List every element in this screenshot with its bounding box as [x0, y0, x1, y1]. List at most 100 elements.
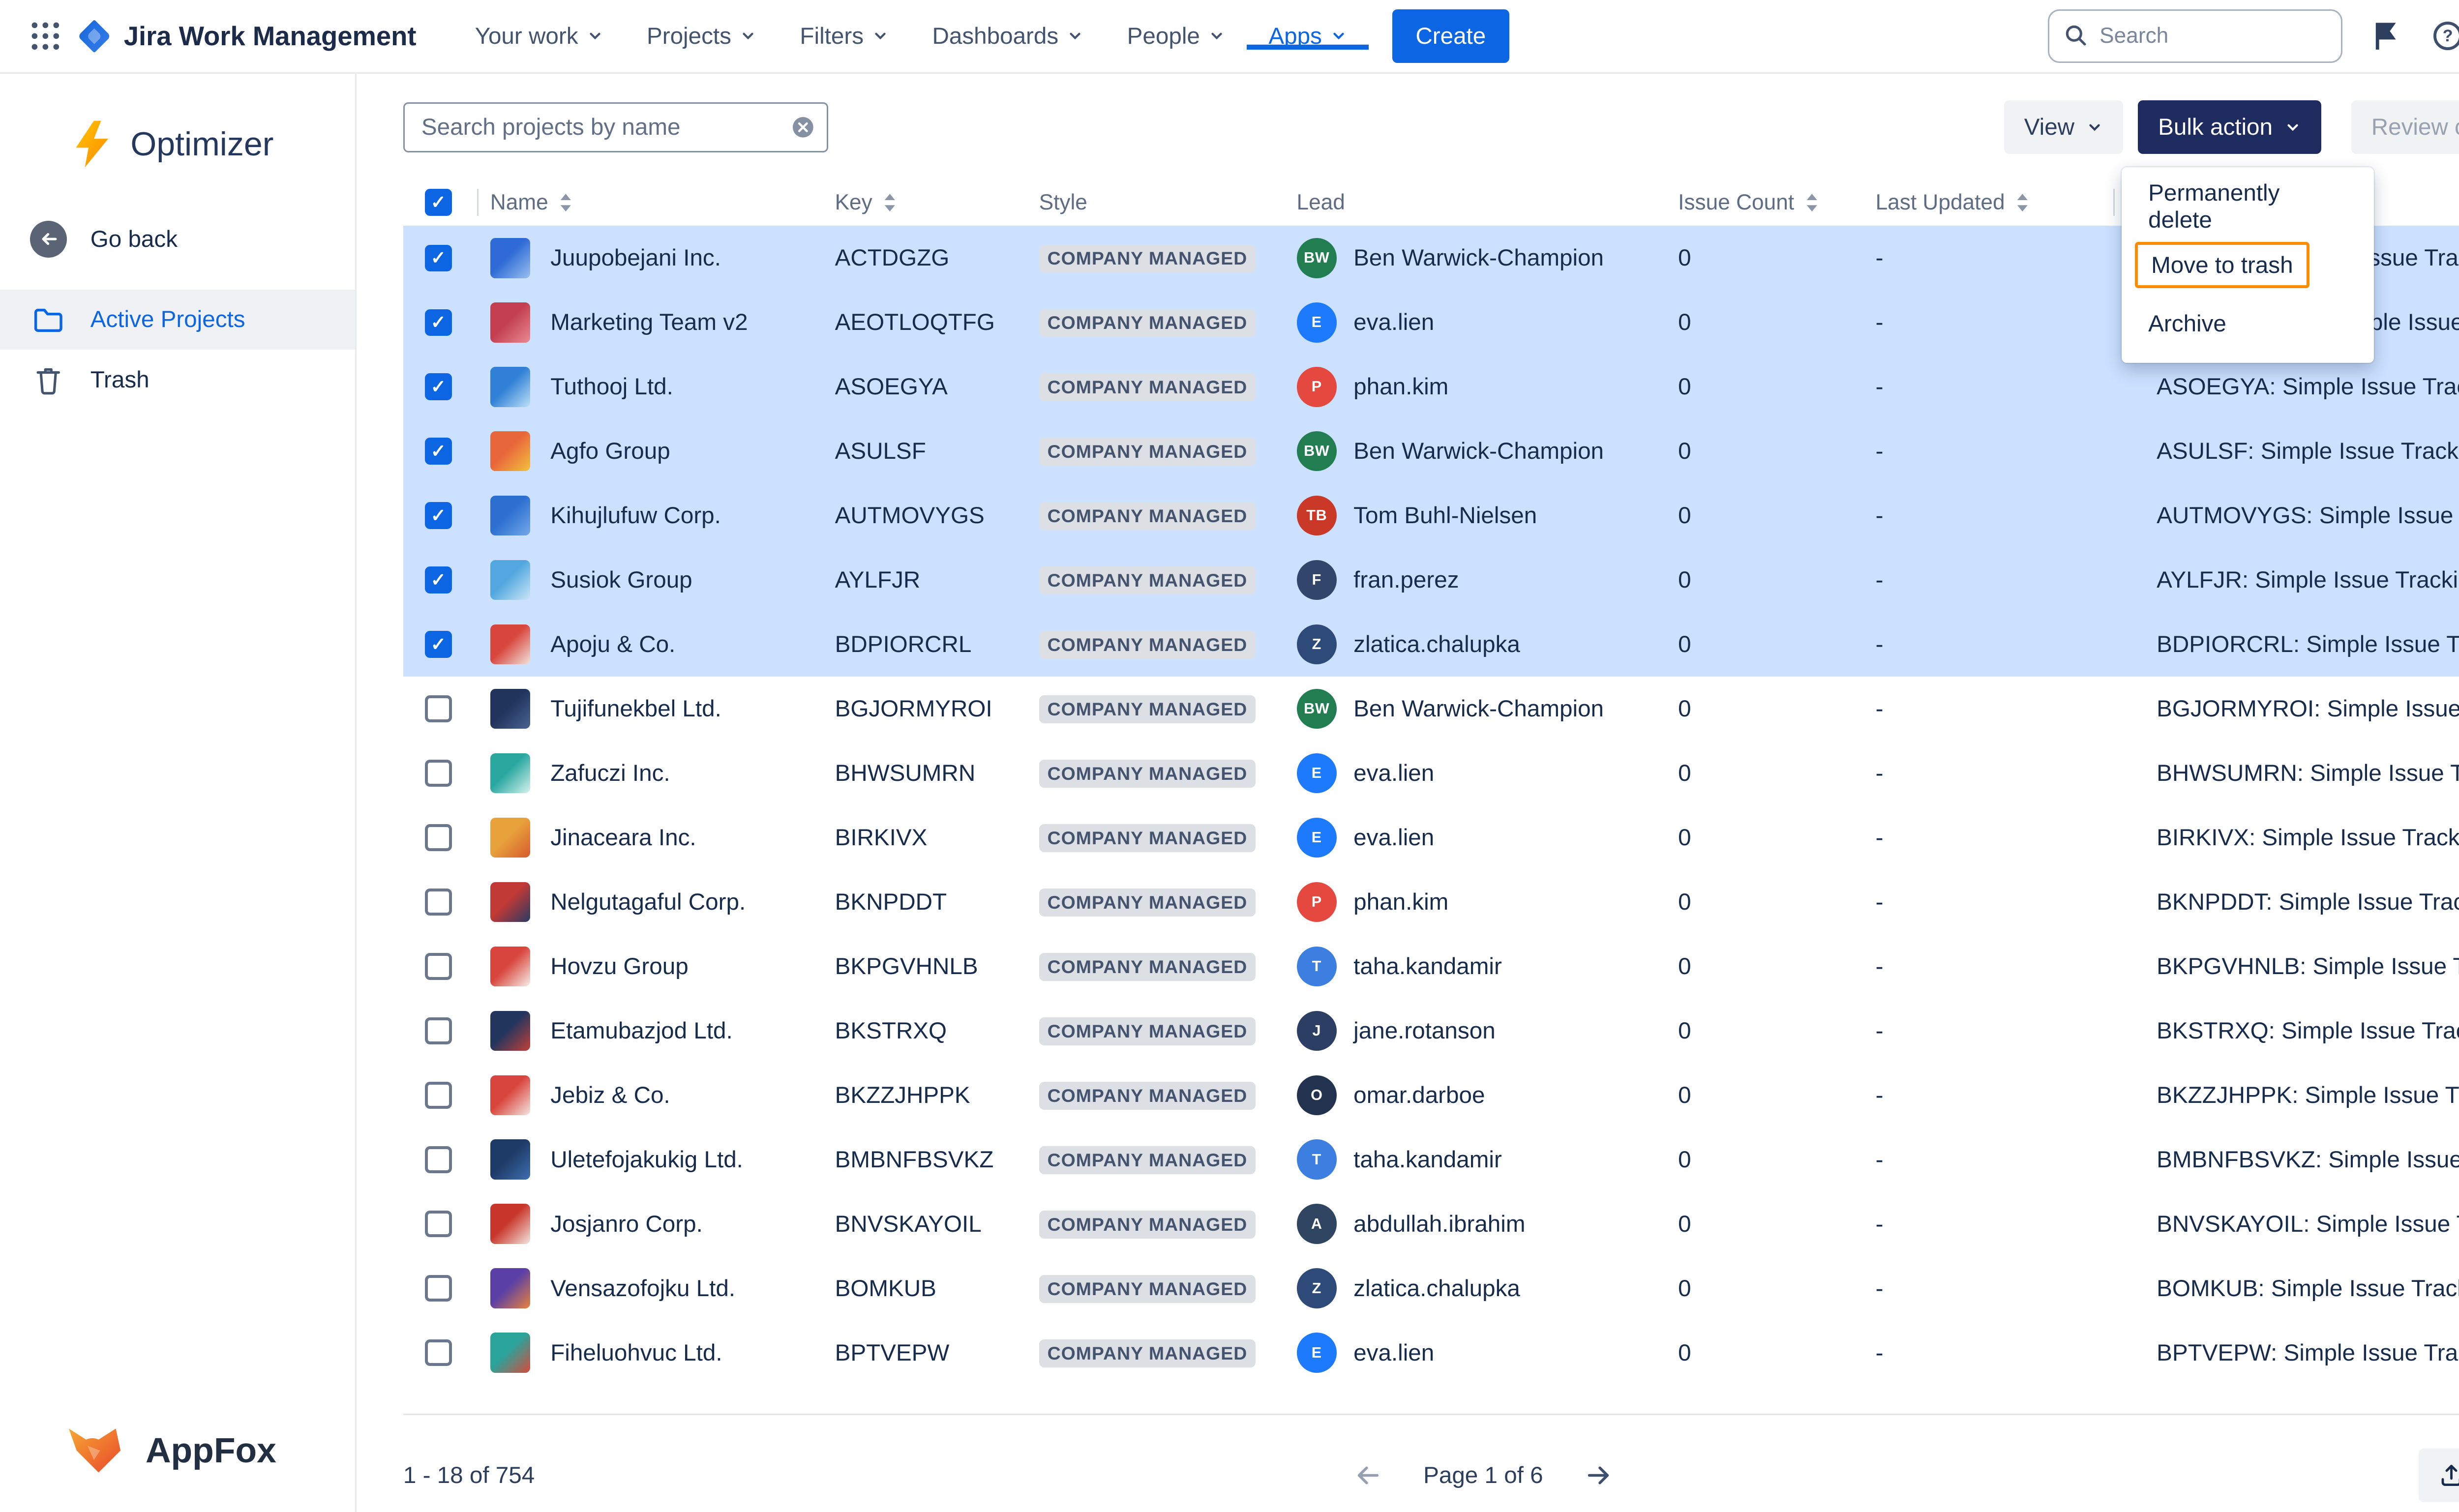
row-checkbox[interactable] [425, 1082, 451, 1108]
table-row[interactable]: Agfo Group ASULSF COMPANY MANAGED BW Ben… [403, 419, 2459, 483]
notifications-icon[interactable] [2368, 18, 2404, 55]
sidebar-item-trash[interactable]: Trash [0, 350, 355, 410]
nav-item-dashboards[interactable]: Dashboards [910, 23, 1105, 50]
row-checkbox[interactable] [425, 760, 451, 786]
nav-item-apps[interactable]: Apps [1247, 23, 1369, 50]
help-icon[interactable]: ? [2429, 18, 2459, 55]
column-header-key[interactable]: Key [821, 179, 1025, 226]
table-row[interactable]: Vensazofojku Ltd. BOMKUB COMPANY MANAGED… [403, 1256, 2459, 1321]
table-row[interactable]: Tuthooj Ltd. ASOEGYA COMPANY MANAGED P p… [403, 355, 2459, 419]
project-name: Hovzu Group [550, 953, 689, 980]
previous-page-icon[interactable] [1353, 1463, 1383, 1488]
lead-avatar: BW [1297, 238, 1337, 278]
row-checkbox[interactable] [425, 1211, 451, 1237]
lead-name: eva.lien [1353, 760, 1434, 787]
project-search-input[interactable] [403, 102, 828, 152]
app-switcher-icon[interactable] [20, 0, 70, 73]
project-name: Susiok Group [550, 566, 692, 593]
row-checkbox[interactable] [425, 1275, 451, 1302]
last-updated: - [1862, 566, 2113, 593]
menu-item-archive[interactable]: Archive [2122, 295, 2374, 353]
project-name: Josjanro Corp. [550, 1211, 703, 1238]
table-row[interactable]: Uletefojakukig Ltd. BMBNFBSVKZ COMPANY M… [403, 1127, 2459, 1192]
row-checkbox[interactable] [425, 1146, 451, 1173]
main-content: View Bulk action Review changes NameKeyS… [357, 74, 2459, 1512]
column-header-issue-count[interactable]: Issue Count [1665, 179, 1862, 226]
global-search[interactable] [2048, 9, 2342, 63]
row-checkbox[interactable] [425, 1017, 451, 1044]
project-icon [490, 302, 531, 343]
menu-item-move-to-trash[interactable]: Move to trash [2122, 236, 2374, 295]
row-checkbox[interactable] [425, 1339, 451, 1366]
last-updated: - [1862, 824, 2113, 851]
row-checkbox[interactable] [425, 438, 451, 464]
style-badge: COMPANY MANAGED [1039, 1211, 1256, 1239]
go-back-button[interactable]: Go back [0, 209, 355, 269]
row-checkbox[interactable] [425, 502, 451, 529]
table-row[interactable]: Zafuczi Inc. BHWSUMRN COMPANY MANAGED E … [403, 741, 2459, 805]
row-checkbox[interactable] [425, 631, 451, 657]
sidebar-item-active-projects[interactable]: Active Projects [0, 290, 355, 350]
style-badge: COMPANY MANAGED [1039, 245, 1256, 273]
style-badge: COMPANY MANAGED [1039, 373, 1256, 401]
table-row[interactable]: Apoju & Co. BDPIORCRL COMPANY MANAGED Z … [403, 612, 2459, 677]
project-key: BPTVEPW [821, 1339, 1025, 1366]
project-icon [490, 753, 531, 794]
row-checkbox[interactable] [425, 889, 451, 915]
row-checkbox[interactable] [425, 373, 451, 400]
table-row[interactable]: Kihujlufuw Corp. AUTMOVYGS COMPANY MANAG… [403, 483, 2459, 548]
create-button[interactable]: Create [1392, 9, 1509, 63]
row-checkbox[interactable] [425, 566, 451, 593]
bulk-action-button[interactable]: Bulk action [2138, 100, 2321, 154]
table-row[interactable]: Hovzu Group BKPGVHNLB COMPANY MANAGED T … [403, 934, 2459, 999]
column-header-name[interactable]: Name [477, 179, 822, 226]
table-row[interactable]: Tujifunekbel Ltd. BGJORMYROI COMPANY MAN… [403, 677, 2459, 741]
clear-search-icon[interactable] [791, 116, 815, 139]
nav-item-projects[interactable]: Projects [625, 23, 778, 50]
lead-avatar: E [1297, 302, 1337, 343]
table-row[interactable]: Jinaceara Inc. BIRKIVX COMPANY MANAGED E… [403, 805, 2459, 870]
table-row[interactable]: Nelgutagaful Corp. BKNPDDT COMPANY MANAG… [403, 870, 2459, 934]
table-row[interactable]: Etamubazjod Ltd. BKSTRXQ COMPANY MANAGED… [403, 999, 2459, 1063]
lead-avatar: A [1297, 1204, 1337, 1244]
project-key: BNVSKAYOIL [821, 1211, 1025, 1238]
export-icon [2439, 1463, 2459, 1488]
project-key: BGJORMYROI [821, 695, 1025, 722]
table-row[interactable]: Josjanro Corp. BNVSKAYOIL COMPANY MANAGE… [403, 1192, 2459, 1256]
product-title: Jira Work Management [124, 21, 417, 52]
export-button[interactable]: Export [2419, 1449, 2459, 1502]
row-checkbox[interactable] [425, 953, 451, 979]
last-updated: - [1862, 1339, 2113, 1366]
row-checkbox[interactable] [425, 824, 451, 851]
project-name: Juupobejani Inc. [550, 244, 721, 271]
row-checkbox[interactable] [425, 245, 451, 271]
jira-brand[interactable]: Jira Work Management [77, 19, 416, 54]
next-page-icon[interactable] [1583, 1463, 1613, 1488]
table-row[interactable]: Fiheluohvuc Ltd. BPTVEPW COMPANY MANAGED… [403, 1321, 2459, 1385]
nav-item-your-work[interactable]: Your work [453, 23, 625, 50]
table-row[interactable]: Jebiz & Co. BKZZJHPPK COMPANY MANAGED O … [403, 1063, 2459, 1127]
row-checkbox[interactable] [425, 309, 451, 336]
nav-item-filters[interactable]: Filters [778, 23, 910, 50]
lead-avatar: Z [1297, 624, 1337, 665]
select-all-checkbox[interactable] [425, 189, 451, 215]
menu-item-permanently-delete[interactable]: Permanently delete [2122, 178, 2374, 236]
project-name: Vensazofojku Ltd. [550, 1275, 735, 1302]
sidebar: Optimizer Go back Active Projects Trash … [0, 74, 357, 1512]
lead-avatar: T [1297, 947, 1337, 987]
lead-name: eva.lien [1353, 824, 1434, 851]
row-description: BIRKIVX: Simple Issue Tracking Iss... [2113, 824, 2459, 851]
view-button[interactable]: View [2004, 100, 2123, 154]
row-checkbox[interactable] [425, 695, 451, 722]
folder-icon [30, 305, 67, 334]
style-badge: COMPANY MANAGED [1039, 502, 1256, 530]
column-header-last-updated[interactable]: Last Updated [1862, 179, 2113, 226]
table-row[interactable]: Susiok Group AYLFJR COMPANY MANAGED F fr… [403, 548, 2459, 612]
nav-item-people[interactable]: People [1105, 23, 1247, 50]
project-key: ASOEGYA [821, 373, 1025, 400]
project-search[interactable] [403, 102, 828, 152]
bulk-action-menu: Permanently delete Move to trash Archive [2122, 167, 2374, 363]
global-search-input[interactable] [2048, 9, 2342, 63]
style-badge: COMPANY MANAGED [1039, 1146, 1256, 1174]
lead-name: eva.lien [1353, 1339, 1434, 1366]
